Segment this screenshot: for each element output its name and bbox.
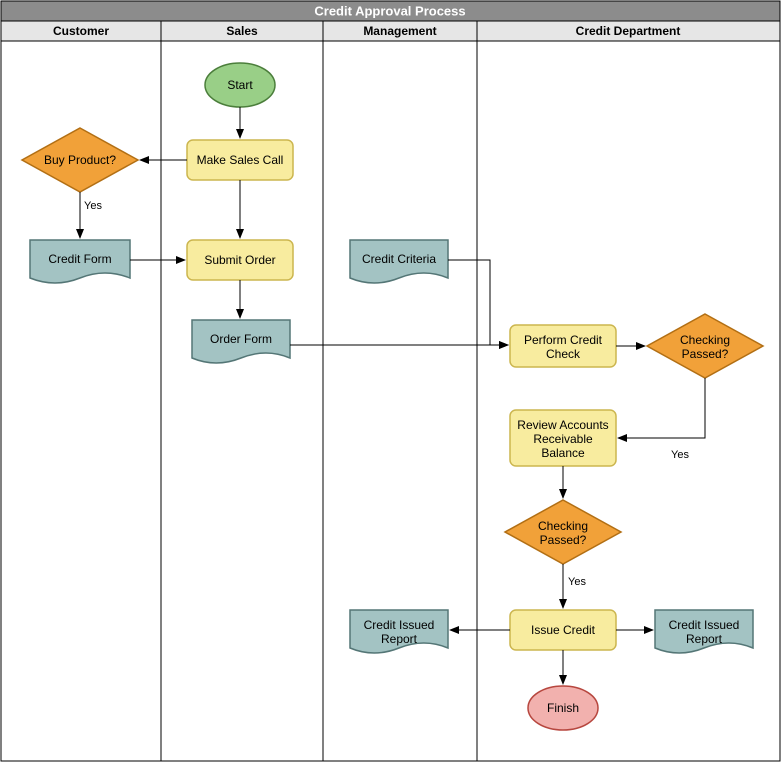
report-left-label1: Credit Issued (364, 618, 435, 632)
credit-criteria-label: Credit Criteria (362, 252, 436, 266)
lane-label-customer: Customer (53, 24, 109, 38)
lane-label-management: Management (363, 24, 436, 38)
lane-body-credit (477, 41, 780, 761)
report-left-label2: Report (381, 632, 418, 646)
submit-order-label: Submit Order (204, 253, 275, 267)
order-form-label: Order Form (210, 332, 272, 346)
make-sales-call-label: Make Sales Call (197, 153, 284, 167)
issue-credit-label: Issue Credit (531, 623, 596, 637)
lane-label-credit: Credit Department (576, 24, 681, 38)
perform-label1: Perform Credit (524, 333, 603, 347)
perform-label2: Check (546, 347, 581, 361)
check2-label1: Checking (538, 519, 588, 533)
report-right-label2: Report (686, 632, 723, 646)
review-label2: Receivable (533, 432, 593, 446)
lane-label-sales: Sales (226, 24, 258, 38)
check2-label2: Passed? (540, 533, 587, 547)
review-label1: Review Accounts (517, 418, 608, 432)
edge-yes3-label: Yes (568, 576, 586, 588)
check1-label1: Checking (680, 333, 730, 347)
edge-yes1-label: Yes (84, 200, 102, 212)
title-text: Credit Approval Process (314, 3, 465, 18)
start-label: Start (227, 78, 253, 92)
report-right-label1: Credit Issued (669, 618, 740, 632)
lane-body-management (323, 41, 477, 761)
credit-form-label: Credit Form (48, 252, 111, 266)
check1-label2: Passed? (682, 347, 729, 361)
swimlane-diagram: Credit Approval Process Customer Sales M… (0, 0, 781, 762)
edge-yes2-label: Yes (671, 449, 689, 461)
finish-label: Finish (547, 701, 579, 715)
review-label3: Balance (541, 446, 585, 460)
buy-product-label: Buy Product? (44, 153, 116, 167)
diagram-svg: Credit Approval Process Customer Sales M… (0, 0, 781, 762)
